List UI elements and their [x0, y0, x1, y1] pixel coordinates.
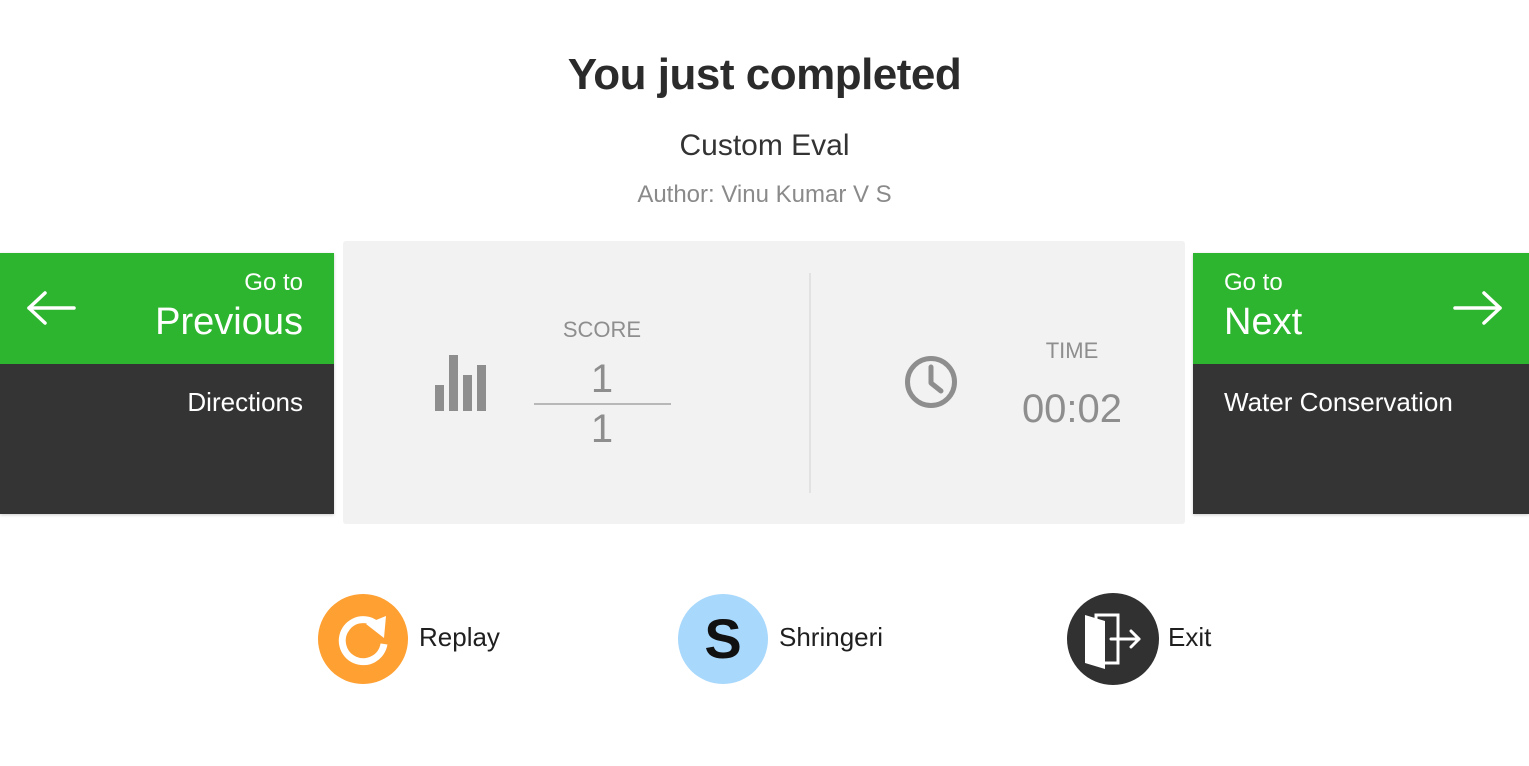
replay-icon-circle[interactable] [318, 594, 408, 684]
exit-door-icon [1085, 613, 1141, 669]
user-profile[interactable]: S Shringeri [678, 594, 898, 684]
replay-label[interactable]: Replay [419, 622, 500, 653]
next-goto-label: Go to [1224, 269, 1283, 296]
score-label: SCORE [562, 317, 642, 342]
arrow-right-icon [1453, 291, 1502, 325]
score-fraction-line [534, 403, 671, 405]
next-body: Water Conservation [1193, 364, 1529, 514]
previous-goto-label: Go to [244, 269, 303, 296]
exit-label[interactable]: Exit [1168, 622, 1211, 653]
score-value: 1 [590, 357, 614, 401]
score-total: 1 [590, 407, 614, 451]
clock-icon [905, 356, 957, 408]
avatar-initial: S [704, 607, 742, 670]
next-item-name: Water Conservation [1224, 387, 1453, 417]
time-value: 00:02 [1021, 387, 1123, 431]
avatar[interactable]: S [678, 594, 768, 684]
previous-body: Directions [0, 364, 334, 514]
bar-chart-icon [435, 355, 486, 411]
previous-label: Previous [155, 301, 303, 343]
replay-icon [338, 616, 388, 666]
arrow-left-icon [27, 291, 76, 325]
time-label: TIME [1045, 338, 1099, 363]
user-name[interactable]: Shringeri [779, 622, 883, 653]
results-panel: SCORE 1 1 TIME 00:02 [343, 241, 1185, 524]
stats-divider [809, 273, 811, 493]
next-header: Go to Next [1193, 253, 1529, 364]
previous-header: Go to Previous [0, 253, 334, 364]
completion-title: You just completed [567, 50, 962, 99]
replay-button[interactable]: Replay [318, 594, 518, 684]
go-to-next-button[interactable]: Go to Next Water Conservation [1193, 253, 1529, 514]
go-to-previous-button[interactable]: Go to Previous Directions [0, 253, 334, 514]
author-text: Author: Vinu Kumar V S [637, 181, 892, 208]
next-label: Next [1224, 301, 1303, 343]
previous-item-name: Directions [187, 387, 303, 417]
exit-button[interactable]: Exit [1067, 593, 1227, 685]
exit-icon-circle[interactable] [1067, 593, 1159, 685]
activity-name: Custom Eval [679, 129, 850, 162]
